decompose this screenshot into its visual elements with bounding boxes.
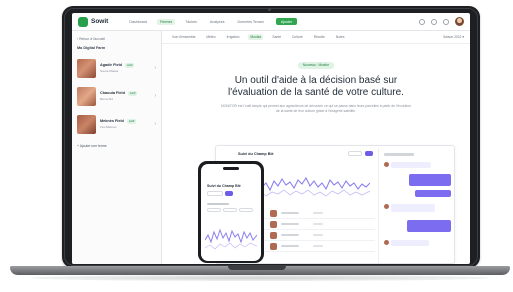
chevron-right-icon: › (154, 93, 156, 99)
tab-sante[interactable]: Santé (270, 34, 283, 40)
chat-header (384, 153, 414, 156)
filter-pill[interactable] (239, 208, 253, 212)
hero-description: MONITOR est l'outil simple qui permet au… (221, 104, 411, 113)
laptop-screen: Sowit Dashboard Fermes Tâches Analyses D… (72, 13, 470, 264)
row-thumbnail (270, 242, 277, 250)
row-text (281, 223, 299, 225)
phone-tab-active[interactable] (225, 191, 233, 196)
sidebar-item-farm[interactable]: Agadir Field Actif Souss-Massa › (77, 58, 156, 78)
hero-badge: Nouveau · Monitor (297, 61, 335, 69)
camera-dot (268, 8, 271, 11)
tab-notes[interactable]: Notes (334, 34, 347, 40)
phone-notch (223, 167, 239, 170)
status-badge: Actif (126, 118, 137, 124)
range-toggle-active[interactable] (365, 151, 373, 156)
farm-location: Fès-Meknès (100, 125, 117, 130)
chat-message (415, 190, 451, 197)
farm-name: Meknès Field (100, 119, 124, 124)
tab-meteo[interactable]: Météo (204, 34, 217, 40)
row-thumbnail (270, 231, 277, 239)
nav-donnees-terrain[interactable]: Données Terrain (235, 19, 267, 25)
row-text (313, 245, 323, 247)
search-icon[interactable] (419, 18, 425, 25)
farm-thumbnail (77, 58, 96, 78)
chart-series-line-2 (205, 242, 257, 250)
add-button[interactable]: Ajouter (275, 18, 298, 25)
farm-name: Chaouia Field (100, 91, 125, 96)
dashboard-title: Suivi du Champ Blé (238, 152, 274, 156)
laptop-hinge-notch (228, 266, 286, 270)
app-logo[interactable]: Sowit (91, 18, 108, 25)
hero-title-line-2: l'évaluation de la santé de votre cultur… (228, 87, 404, 98)
phone-title: Suivi du Champ Blé (207, 184, 241, 188)
chat-panel (378, 148, 454, 263)
nav-taches[interactable]: Tâches (182, 19, 200, 25)
season-select[interactable]: Saison 2022 ▾ (443, 35, 464, 39)
user-avatar[interactable] (455, 17, 464, 26)
filter-pill[interactable] (207, 208, 221, 212)
row-text (313, 234, 323, 236)
tab-bar: Vue d'ensemble Météo Irrigation Monitor … (162, 31, 470, 44)
app-topbar: Sowit Dashboard Fermes Tâches Analyses D… (72, 13, 470, 31)
nav-dashboard[interactable]: Dashboard (126, 19, 150, 25)
chevron-right-icon: › (154, 121, 156, 127)
range-toggle[interactable] (348, 151, 362, 156)
farm-location: Berrechid (100, 97, 113, 102)
chat-message (391, 240, 429, 246)
status-badge: Actif (127, 90, 138, 96)
chat-message (391, 204, 435, 212)
hero-title: Un outil d'aide à la décision basé sur l… (162, 75, 470, 99)
row-text (313, 223, 323, 225)
back-link[interactable]: ‹ Retour à l'accueil (77, 37, 156, 41)
farm-location: Souss-Massa (100, 69, 119, 74)
row-text (281, 245, 299, 247)
phone-subtitle (207, 203, 229, 205)
farm-name: Agadir Field (100, 63, 122, 68)
help-icon[interactable] (443, 18, 449, 25)
chevron-right-icon: › (154, 65, 156, 71)
avatar (384, 204, 389, 209)
sidebar-item-farm[interactable]: Chaouia Field Actif Berrechid › (77, 86, 156, 106)
farm-thumbnail (77, 86, 96, 106)
avatar (384, 240, 389, 245)
avatar (384, 162, 389, 167)
row-thumbnail (270, 220, 277, 228)
hero-title-line-1: Un outil d'aide à la décision basé sur (234, 75, 398, 86)
chart-series-line (205, 228, 257, 244)
phone-mockup: Suivi du Champ Blé (198, 161, 264, 263)
laptop-shadow (30, 275, 490, 281)
row-text (313, 212, 323, 214)
nav-fermes[interactable]: Fermes (156, 18, 176, 25)
tab-irrigation[interactable]: Irrigation (225, 34, 242, 40)
phone-filters (207, 208, 253, 212)
row-text (281, 234, 299, 236)
phone-screen: Suivi du Champ Blé (201, 164, 261, 261)
tab-culture[interactable]: Culture (290, 34, 305, 40)
filter-pill[interactable] (223, 208, 237, 212)
chat-message (391, 162, 431, 168)
bell-icon[interactable] (431, 18, 437, 25)
logo-icon (78, 16, 88, 27)
status-badge: Actif (124, 62, 135, 68)
hero-section: Nouveau · Monitor Un outil d'aide à la d… (162, 53, 470, 114)
phone-chart (205, 228, 257, 250)
farm-thumbnail (77, 114, 96, 134)
add-farm-link[interactable]: + Ajouter une ferme (77, 144, 156, 148)
tab-overview[interactable]: Vue d'ensemble (170, 34, 197, 40)
phone-tabs (207, 191, 233, 196)
chat-message (407, 220, 451, 232)
main-nav: Dashboard Fermes Tâches Analyses Données… (126, 18, 298, 25)
tab-recolte[interactable]: Récolte (312, 34, 327, 40)
phone-tab[interactable] (207, 191, 223, 196)
row-thumbnail (270, 209, 277, 217)
dashboard-controls (348, 151, 373, 156)
sidebar-title: Ma Digital Farm (77, 46, 106, 50)
chat-message (409, 174, 451, 186)
row-text (281, 212, 299, 214)
nav-analyses[interactable]: Analyses (207, 19, 228, 25)
sidebar: ‹ Retour à l'accueil Ma Digital Farm Aga… (72, 31, 162, 264)
tab-monitor[interactable]: Monitor (248, 34, 264, 40)
top-icons (419, 17, 464, 26)
sidebar-item-farm[interactable]: Meknès Field Actif Fès-Meknès › (77, 114, 156, 134)
